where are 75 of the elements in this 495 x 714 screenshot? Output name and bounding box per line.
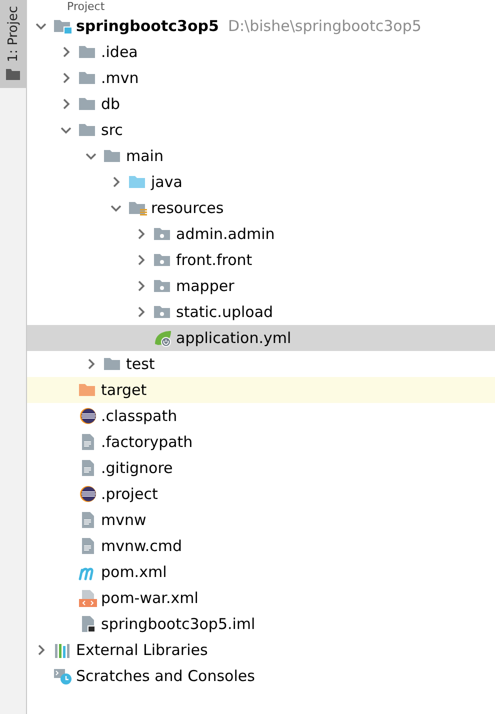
tree-item[interactable]: External Libraries — [27, 637, 495, 663]
item-label: resources — [151, 199, 224, 217]
item-label: .classpath — [101, 407, 178, 425]
tree-item[interactable]: static.upload — [27, 299, 495, 325]
item-label: mvnw.cmd — [101, 537, 182, 555]
package-folder-icon — [153, 303, 173, 321]
item-label: Scratches and Consoles — [76, 667, 255, 685]
item-label: .project — [101, 485, 158, 503]
item-label: static.upload — [176, 303, 274, 321]
tree-item[interactable]: java — [27, 169, 495, 195]
tree-item[interactable]: mvnw.cmd — [27, 533, 495, 559]
item-label: springbootc3op5.iml — [101, 615, 256, 633]
item-label: .mvn — [101, 69, 139, 87]
package-folder-icon — [153, 225, 173, 243]
eclipse-icon — [78, 485, 98, 503]
tree-item[interactable]: front.front — [27, 247, 495, 273]
clock-icon — [53, 667, 73, 685]
project-tool-tab[interactable]: 1: Projec — [0, 0, 26, 88]
folder-icon — [78, 69, 98, 87]
item-label: front.front — [176, 251, 252, 269]
tree-item[interactable]: .mvn — [27, 65, 495, 91]
panel-title[interactable]: Project — [67, 1, 105, 13]
item-label: .factorypath — [101, 433, 193, 451]
folder-icon — [6, 68, 20, 80]
item-label: src — [101, 121, 123, 139]
item-label: application.yml — [176, 329, 292, 347]
tree-item[interactable]: Scratches and Consoles — [27, 663, 495, 689]
item-label: admin.admin — [176, 225, 275, 243]
leaf-icon — [153, 329, 173, 347]
tree-item[interactable]: main — [27, 143, 495, 169]
tree-item[interactable]: resources — [27, 195, 495, 221]
folder-icon — [78, 43, 98, 61]
item-label: .idea — [101, 43, 138, 61]
item-label: External Libraries — [76, 641, 208, 659]
item-label: mvnw — [101, 511, 146, 529]
excluded-tree-item[interactable]: target — [27, 377, 495, 403]
tree-item[interactable]: test — [27, 351, 495, 377]
tree-item[interactable]: db — [27, 91, 495, 117]
item-label: .gitignore — [101, 459, 173, 477]
tree-item[interactable]: application.yml — [27, 325, 495, 351]
tree-item[interactable]: springbootc3op5.iml — [27, 611, 495, 637]
item-label: target — [101, 381, 147, 399]
tree-item[interactable]: pom-war.xml — [27, 585, 495, 611]
item-label: springbootc3op5 — [76, 17, 219, 35]
tree-item[interactable]: .project — [27, 481, 495, 507]
tree-item[interactable]: src — [27, 117, 495, 143]
folder-icon — [78, 121, 98, 139]
module-folder-icon — [53, 17, 73, 35]
tree-item[interactable]: pom.xml — [27, 559, 495, 585]
folder-icon — [103, 147, 123, 165]
folder-icon — [78, 95, 98, 113]
item-label: java — [151, 173, 182, 191]
tree-item[interactable]: .classpath — [27, 403, 495, 429]
tree-item[interactable]: springbootc3op5 D:\bishe\springbootc3op5 — [27, 13, 495, 39]
tree-item[interactable]: admin.admin — [27, 221, 495, 247]
item-label: main — [126, 147, 164, 165]
item-label: pom-war.xml — [101, 589, 198, 607]
tree-item[interactable]: .idea — [27, 39, 495, 65]
item-label: pom.xml — [101, 563, 167, 581]
item-label: mapper — [176, 277, 234, 295]
resource-folder-icon — [128, 199, 148, 217]
package-folder-icon — [153, 277, 173, 295]
tree-item[interactable]: .gitignore — [27, 455, 495, 481]
tree-item[interactable]: mapper — [27, 273, 495, 299]
tree-item[interactable]: .factorypath — [27, 429, 495, 455]
project-path: D:\bishe\springbootc3op5 — [228, 17, 422, 35]
item-label: test — [126, 355, 155, 373]
item-label: db — [101, 95, 120, 113]
folder-icon — [128, 173, 148, 191]
package-folder-icon — [153, 251, 173, 269]
folder-icon — [78, 381, 98, 399]
tree-item[interactable]: mvnw — [27, 507, 495, 533]
folder-icon — [103, 355, 123, 373]
xml-file-icon — [78, 589, 98, 607]
eclipse-icon — [78, 407, 98, 425]
